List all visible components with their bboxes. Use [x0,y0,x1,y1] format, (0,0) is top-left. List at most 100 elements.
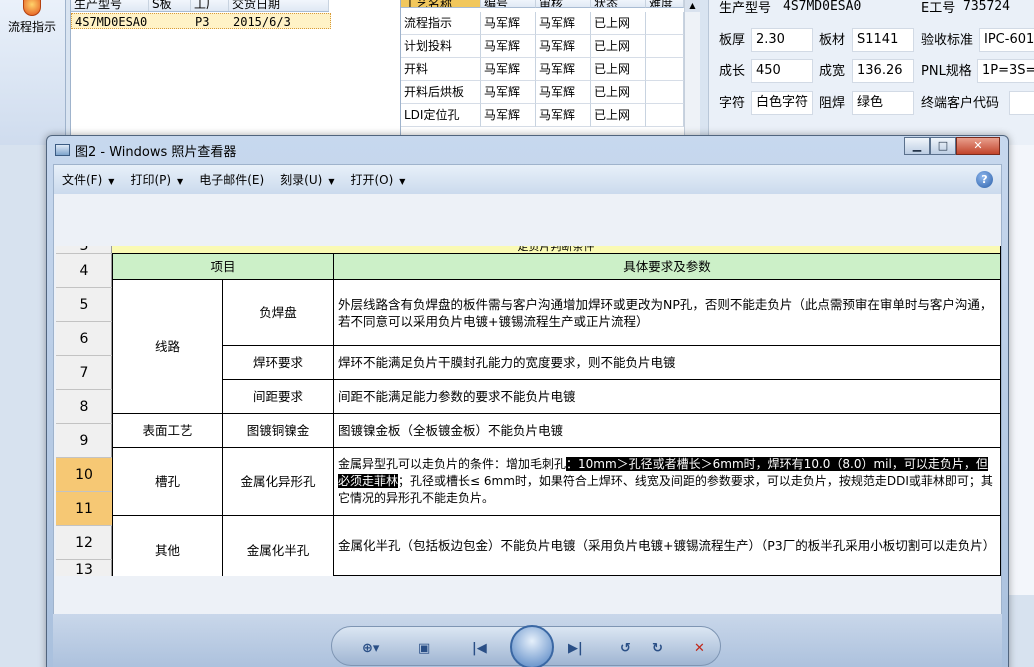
rotate-right-icon[interactable]: ↻ [652,641,663,656]
menu-burn-label: 刻录(U) [280,173,323,187]
table-row[interactable]: 开料后烘板 马军辉 马军辉 已上网 [401,81,700,104]
previous-icon[interactable]: |◀ [472,641,487,656]
minimize-button[interactable]: ▁ [904,137,930,155]
menu-print[interactable]: 打印(P) ▼ [122,171,191,188]
chevron-down-icon: ▼ [328,177,335,186]
cell [646,12,684,35]
customer-label: 终端客户代码 [921,96,1000,111]
menu-open[interactable]: 打开(O) ▼ [342,171,413,188]
cell: 已上网 [591,35,646,58]
col-header[interactable]: 编号 [481,0,536,8]
cell [646,104,684,127]
menu-open-label: 打开(O) [350,173,394,187]
cell: 马军辉 [481,35,536,58]
col-header[interactable]: 交货日期 [229,0,329,11]
maximize-button[interactable]: □ [930,137,956,155]
row-number: 12 [56,526,112,560]
help-icon[interactable]: ? [976,171,993,188]
cell: 马军辉 [481,81,536,104]
menu-burn[interactable]: 刻录(U) ▼ [272,171,342,188]
banner-cell: 走负片判断条件 [112,246,1001,254]
width-field[interactable]: 136.26 [852,59,914,83]
col-header[interactable]: 审核 [536,0,591,8]
std-label: 验收标准 [921,33,974,48]
mask-field[interactable]: 绿色 [852,91,914,115]
table-row[interactable]: 开料 马军辉 马军辉 已上网 [401,58,700,81]
char-field[interactable]: 白色字符 [751,91,813,115]
prod-model-field[interactable]: 4S7MD0ESA0 [779,0,914,20]
window-controls: ▁ □ ✕ [904,137,1000,155]
cell: 2015/6/3 [233,15,291,28]
menu-print-label: 打印(P) [130,173,172,187]
product-info-panel: 生产型号 4S7MD0ESA0 E工号 735724 板厚 2.30 板材 S1… [708,0,1034,145]
order-grid: 生产型号 S板 工厂 交货日期 4S7MD0ESA0 P3 2015/6/3 [70,0,402,145]
mask-label: 阻焊 [819,96,846,111]
spreadsheet-image: 3 4 5 6 7 8 9 10 11 12 13 走负片判断条件 项目 具体要… [56,246,1001,576]
cell: 马军辉 [536,12,591,35]
menu-file[interactable]: 文件(F) ▼ [54,171,122,188]
prod-model-label: 生产型号 [719,1,772,16]
width-label: 成宽 [819,64,846,79]
pnl-field[interactable]: 1P=3S= [977,59,1034,83]
row-number: 13 [56,560,112,576]
row-number: 8 [56,390,112,424]
sub-spacing: 间距要求 [223,380,334,414]
flow-indicator-label: 流程指示 [7,20,56,34]
detail-special-hole: 金属异型孔可以走负片的条件：增加毛刺孔：10mm＞孔径或者槽长＞6mm时，焊环有… [334,448,1001,516]
cell: 开料后烘板 [401,81,481,104]
close-button[interactable]: ✕ [956,137,1000,155]
cell [646,81,684,104]
category-other: 其他 [112,516,223,576]
chevron-down-icon: ▼ [108,177,115,186]
scroll-up-icon[interactable]: ▲ [685,0,700,12]
cell: 马军辉 [481,58,536,81]
col-header[interactable]: 状态 [591,0,646,8]
background-grid-edge [1008,145,1034,595]
length-field[interactable]: 450 [751,59,813,83]
col-header[interactable]: 难度 [646,0,684,8]
zoom-icon[interactable]: ⊕▾ [362,641,379,656]
table-row[interactable]: 4S7MD0ESA0 P3 2015/6/3 [71,13,331,29]
rotate-left-icon[interactable]: ↺ [620,641,631,656]
order-grid-header: 生产型号 S板 工厂 交货日期 [71,0,329,12]
flow-indicator-button[interactable]: 流程指示 [3,0,61,38]
cell: LDI定位孔 [401,104,481,127]
category-surface: 表面工艺 [112,414,223,448]
vertical-scrollbar[interactable]: ▲ [684,0,700,145]
table-row[interactable]: 流程指示 马军辉 马军辉 已上网 [401,12,700,35]
process-grid: 工艺名称 编号 审核 状态 难度 流程指示 马军辉 马军辉 已上网 计划投料 马… [400,0,700,145]
next-icon[interactable]: ▶| [568,641,583,656]
process-grid-header: 工艺名称 编号 审核 状态 难度 [401,0,700,8]
category-slot: 槽孔 [112,448,223,516]
cell: 马军辉 [481,12,536,35]
col-header[interactable]: 生产型号 [71,0,149,11]
cell: 计划投料 [401,35,481,58]
actual-size-icon[interactable]: ▣ [418,641,430,656]
detail-ring: 焊环不能满足负片干膜封孔能力的宽度要求，则不能负片电镀 [334,346,1001,380]
col-header[interactable]: S板 [149,0,191,11]
row-number-column: 3 4 5 6 7 8 9 10 11 12 13 [56,246,112,576]
char-label: 字符 [719,96,746,111]
title-bar[interactable]: 图2 - Windows 照片查看器 ▁ □ ✕ [47,136,1008,164]
category-line: 线路 [112,280,223,414]
delete-icon[interactable]: ✕ [694,641,705,656]
cell: 马军辉 [536,81,591,104]
cell: 已上网 [591,81,646,104]
image-viewport[interactable]: 3 4 5 6 7 8 9 10 11 12 13 走负片判断条件 项目 具体要… [53,194,1002,614]
customer-field[interactable] [1009,91,1034,115]
detail-ni-gold: 图镀镍金板（全板镀金板）不能负片电镀 [334,414,1001,448]
cell: 马军辉 [536,104,591,127]
col-header[interactable]: 工艺名称 [401,0,481,8]
thickness-field[interactable]: 2.30 [751,28,813,52]
menu-email[interactable]: 电子邮件(E) [191,171,272,188]
cell: 流程指示 [401,12,481,35]
col-header[interactable]: 工厂 [191,0,229,11]
slideshow-button[interactable] [510,625,554,667]
material-field[interactable]: S1141 [852,28,914,52]
table-row[interactable]: 计划投料 马军辉 马军辉 已上网 [401,35,700,58]
std-field[interactable]: IPC-601 [979,28,1034,52]
table-row[interactable]: LDI定位孔 马军辉 马军辉 已上网 [401,104,700,127]
e-no-field[interactable]: 735724 [959,0,1034,20]
highlighted-text: ：10mm＞孔径或者槽长＞6mm时，焊环有10.0（8.0）mil，可以走负片， [566,457,976,471]
sub-ni-gold: 图镀铜镍金 [223,414,334,448]
